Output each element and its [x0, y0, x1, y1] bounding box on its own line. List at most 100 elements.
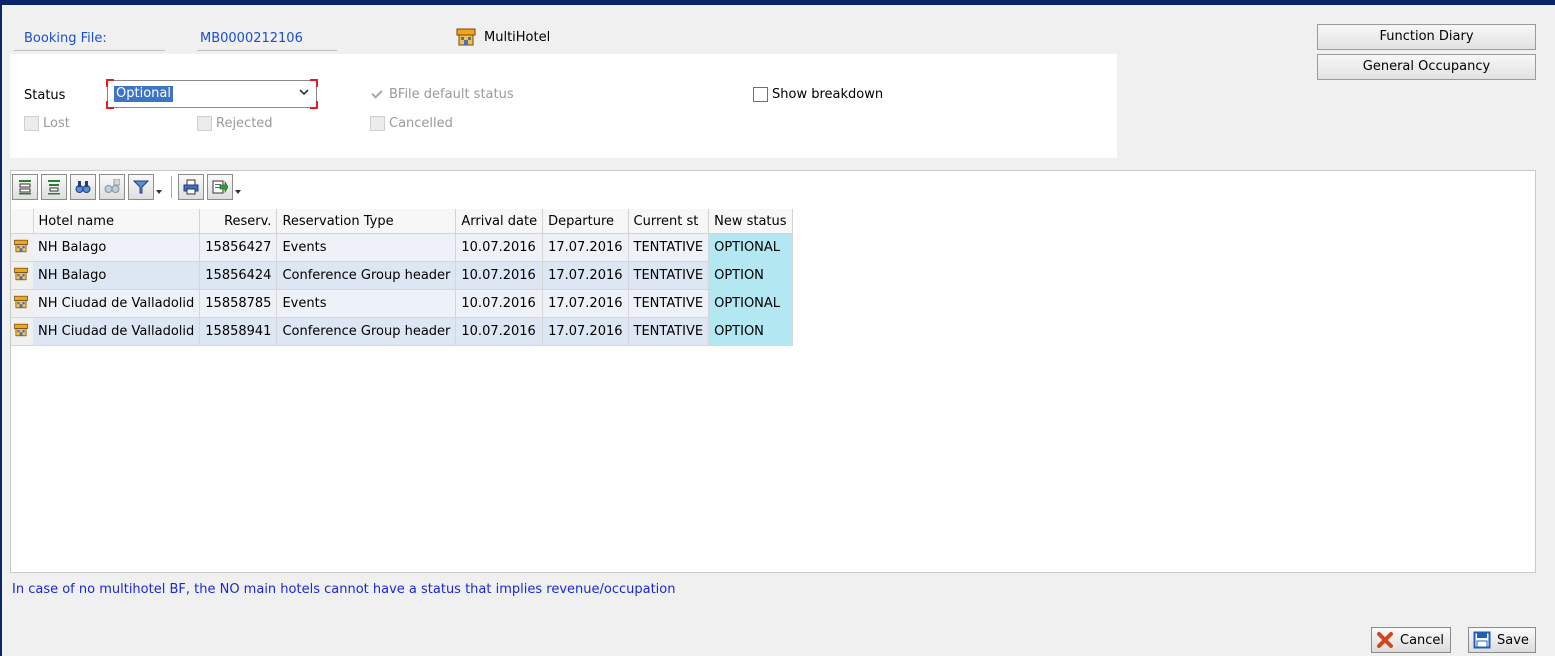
export-button[interactable]	[207, 174, 233, 200]
show-breakdown-checkbox[interactable]: Show breakdown	[753, 87, 883, 102]
cell-reserv[interactable]: 15858941	[199, 317, 278, 346]
find-button[interactable]	[70, 174, 96, 200]
cell-new-status[interactable]: OPTIONAL	[708, 289, 793, 318]
cell-new-status[interactable]: OPTION	[708, 317, 793, 346]
function-diary-button[interactable]: Function Diary	[1317, 24, 1536, 50]
focus-corner	[106, 79, 114, 87]
hotel-icon	[14, 239, 28, 252]
save-icon	[1473, 631, 1491, 649]
cell-new-status[interactable]: OPTION	[708, 261, 793, 290]
cell-departure[interactable]: 17.07.2016	[542, 289, 629, 318]
focus-corner	[106, 101, 114, 109]
cell-hotel-name[interactable]: NH Ciudad de Valladolid	[33, 289, 201, 318]
find-next-icon	[104, 179, 120, 193]
focus-corner	[310, 79, 318, 87]
bfile-default-status-checkbox[interactable]: BFile default status	[370, 87, 514, 102]
reservations-table: Hotel name Reserv. Reservation Type Arri…	[11, 209, 793, 346]
save-button[interactable]: Save	[1468, 627, 1536, 653]
export-dropdown[interactable]	[233, 174, 243, 200]
focus-corner	[310, 101, 318, 109]
find-icon	[75, 181, 91, 193]
multihotel-label: MultiHotel	[484, 30, 551, 45]
cell-reserv[interactable]: 15856427	[199, 233, 278, 262]
rejected-label: Rejected	[216, 116, 273, 131]
column-header-departure[interactable]: Departure	[542, 209, 629, 234]
row-hotel-icon	[11, 289, 33, 318]
cell-reservation-type[interactable]: Conference Group header	[276, 261, 457, 290]
cell-hotel-name[interactable]: NH Ciudad de Valladolid	[33, 317, 201, 346]
cell-new-status[interactable]: OPTIONAL	[708, 233, 793, 262]
table-row[interactable]: NH Balago 15856424 Conference Group head…	[11, 261, 793, 290]
cell-reserv[interactable]: 15858785	[199, 289, 278, 318]
grid-toolbar	[12, 173, 248, 201]
column-header-current-status[interactable]: Current st	[628, 209, 710, 234]
lost-checkbox[interactable]: Lost	[24, 116, 70, 131]
cell-current-status[interactable]: TENTATIVE	[628, 289, 710, 318]
cell-arrival-date[interactable]: 10.07.2016	[455, 289, 544, 318]
table-header-row: Hotel name Reserv. Reservation Type Arri…	[11, 209, 793, 234]
row-icon-header	[11, 209, 34, 234]
filter-icon	[133, 180, 149, 194]
window-left-border	[0, 5, 2, 656]
column-header-reserv[interactable]: Reserv.	[199, 209, 278, 234]
cell-reservation-type[interactable]: Events	[276, 289, 457, 318]
cell-hotel-name[interactable]: NH Balago	[33, 233, 201, 262]
cell-arrival-date[interactable]: 10.07.2016	[455, 317, 544, 346]
cell-departure[interactable]: 17.07.2016	[542, 233, 629, 262]
cell-reserv[interactable]: 15856424	[199, 261, 278, 290]
window-top-border	[0, 0, 1555, 5]
cell-hotel-name[interactable]: NH Balago	[33, 261, 201, 290]
status-selected-value: Optional	[114, 86, 173, 102]
table-row[interactable]: NH Ciudad de Valladolid 15858941 Confere…	[11, 317, 793, 346]
cell-arrival-date[interactable]: 10.07.2016	[455, 261, 544, 290]
booking-file-value[interactable]: MB0000212106	[200, 31, 303, 46]
cell-reservation-type[interactable]: Conference Group header	[276, 317, 457, 346]
booking-file-value-underline	[197, 50, 337, 51]
checkbox-box	[197, 116, 212, 131]
checkbox-box	[753, 87, 768, 102]
filter-button[interactable]	[128, 174, 154, 200]
cell-departure[interactable]: 17.07.2016	[542, 317, 629, 346]
align-top-icon	[19, 180, 31, 195]
checkbox-box	[370, 87, 385, 102]
booking-file-label: Booking File:	[24, 31, 107, 46]
cell-arrival-date[interactable]: 10.07.2016	[455, 233, 544, 262]
column-header-arrival-date[interactable]: Arrival date	[455, 209, 544, 234]
booking-file-label-underline	[14, 50, 165, 51]
cell-current-status[interactable]: TENTATIVE	[628, 233, 710, 262]
print-button[interactable]	[178, 174, 204, 200]
cell-current-status[interactable]: TENTATIVE	[628, 261, 710, 290]
column-header-new-status[interactable]: New status	[708, 209, 793, 234]
hotel-icon	[456, 28, 476, 46]
cell-current-status[interactable]: TENTATIVE	[628, 317, 710, 346]
lost-label: Lost	[43, 116, 70, 131]
chevron-down-icon	[299, 89, 309, 96]
cell-departure[interactable]: 17.07.2016	[542, 261, 629, 290]
status-select[interactable]: Optional	[106, 79, 318, 109]
cancelled-checkbox[interactable]: Cancelled	[370, 116, 453, 131]
hotel-icon	[14, 267, 28, 280]
checkbox-box	[370, 116, 385, 131]
row-hotel-icon	[11, 261, 33, 290]
general-occupancy-button[interactable]: General Occupancy	[1317, 54, 1536, 80]
table-row[interactable]: NH Balago 15856427 Events 10.07.2016 17.…	[11, 233, 793, 262]
rejected-checkbox[interactable]: Rejected	[197, 116, 273, 131]
export-icon	[212, 180, 228, 194]
cell-reservation-type[interactable]: Events	[276, 233, 457, 262]
cancel-button[interactable]: Cancel	[1371, 627, 1452, 653]
save-label: Save	[1497, 632, 1529, 648]
align-bottom-button[interactable]	[41, 174, 67, 200]
table-row[interactable]: NH Ciudad de Valladolid 15858785 Events …	[11, 289, 793, 318]
validation-message: In case of no multihotel BF, the NO main…	[12, 582, 676, 597]
align-top-button[interactable]	[12, 174, 38, 200]
filter-dropdown[interactable]	[154, 174, 164, 200]
row-hotel-icon	[11, 233, 33, 262]
column-header-hotel-name[interactable]: Hotel name	[33, 209, 201, 234]
print-icon	[183, 179, 199, 195]
column-header-reservation-type[interactable]: Reservation Type	[276, 209, 457, 234]
find-next-button[interactable]	[99, 174, 125, 200]
close-icon	[1377, 632, 1393, 648]
row-hotel-icon	[11, 317, 33, 346]
hotel-icon	[14, 323, 28, 336]
toolbar-separator	[171, 176, 172, 198]
